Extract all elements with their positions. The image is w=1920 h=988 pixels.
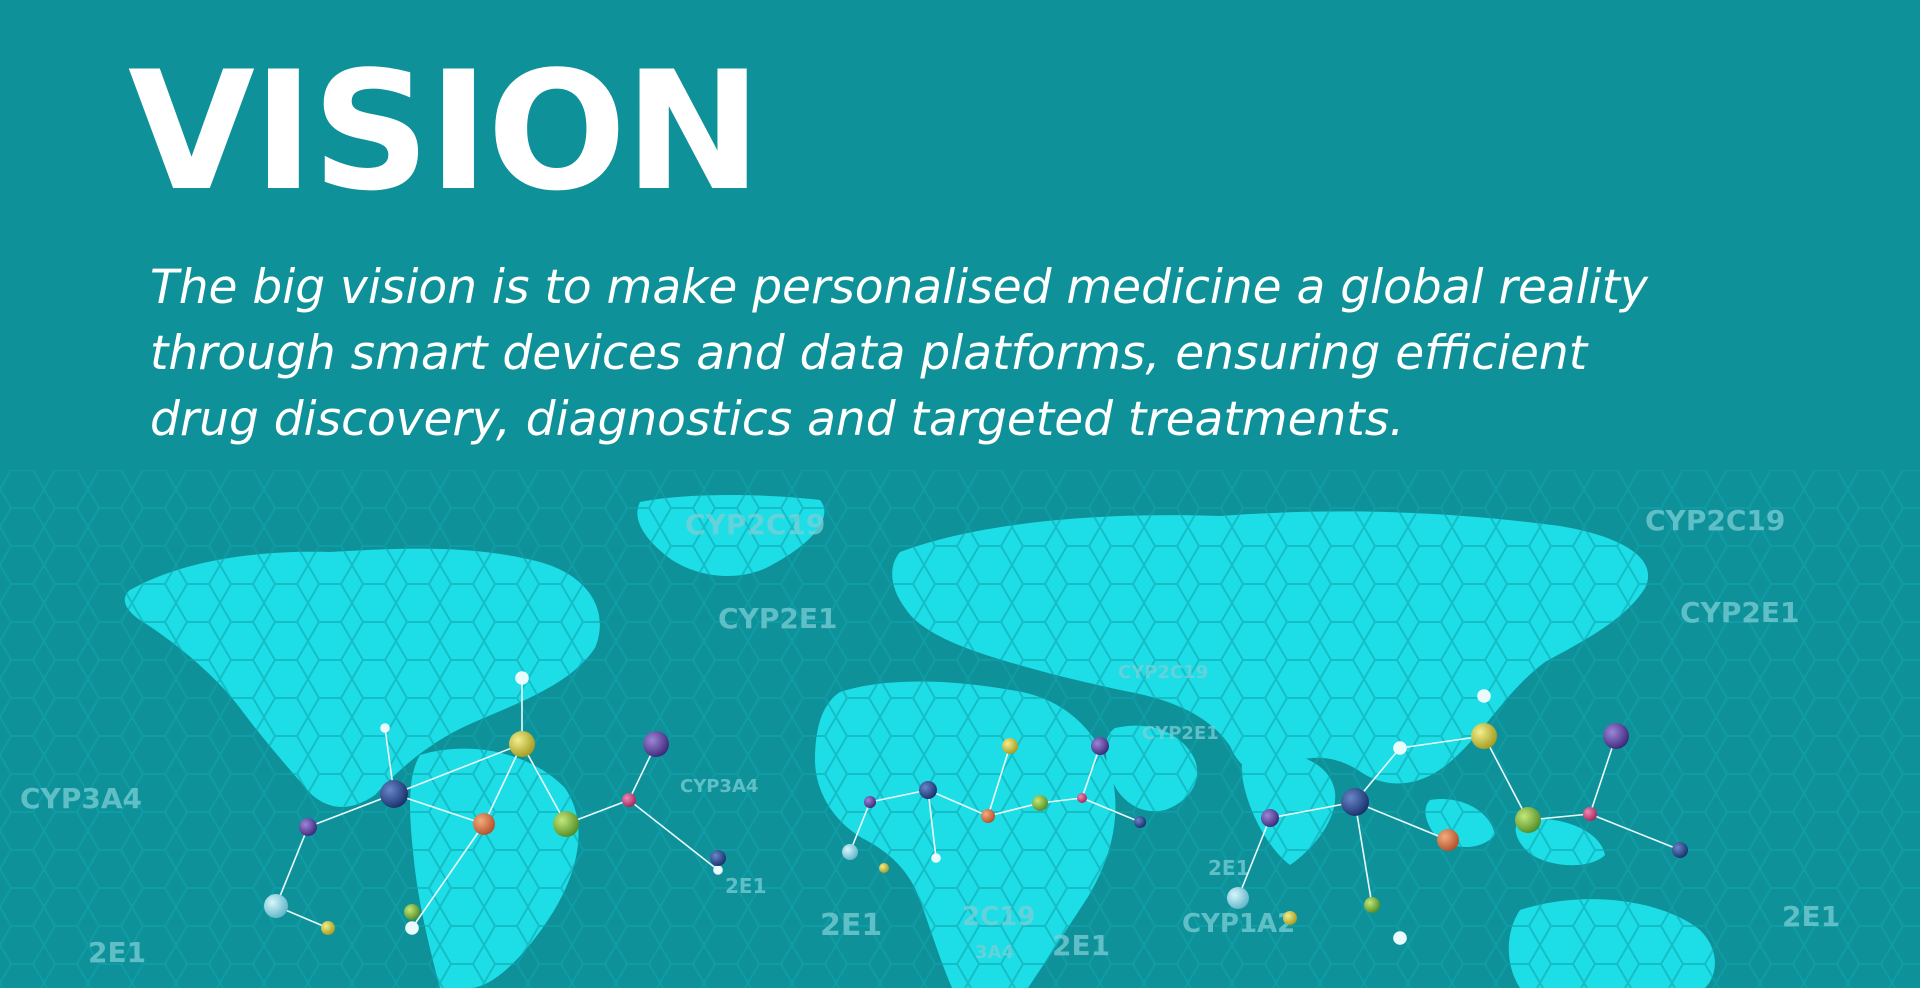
map-label: 3A4 <box>975 942 1014 963</box>
page-title: VISION <box>128 36 762 227</box>
vision-slide: VISION The big vision is to make persona… <box>0 0 1920 988</box>
map-label: 2E1 <box>1782 900 1840 933</box>
vision-statement-line-1: The big vision is to make personalised m… <box>150 260 1648 315</box>
map-label: 2E1 <box>725 874 767 898</box>
map-label: CYP1A2 <box>1182 909 1295 939</box>
map-label: CYP3A4 <box>680 776 758 797</box>
map-label: 2E1 <box>820 908 882 943</box>
vision-statement: The big vision is to make personalised m… <box>150 255 1750 453</box>
map-label: 2E1 <box>88 936 146 969</box>
map-label: 2E1 <box>1208 856 1250 880</box>
map-label: CYP2E1 <box>1680 596 1799 629</box>
vision-statement-line-3: drug discovery, diagnostics and targeted… <box>150 392 1405 447</box>
map-label: CYP2E1 <box>718 602 837 635</box>
map-label: CYP2C19 <box>685 508 825 541</box>
world-map-graphic: CYP2C19 CYP2E1 CYP3A4 CYP2C19 CYP2E1 CYP… <box>0 470 1920 988</box>
map-label: CYP3A4 <box>20 782 142 815</box>
map-label: 2C19 <box>962 902 1035 932</box>
map-label: CYP2C19 <box>1645 504 1785 537</box>
map-label: CYP2E1 <box>1142 723 1219 744</box>
map-label: 2E1 <box>1052 929 1110 962</box>
vision-statement-line-2: through smart devices and data platforms… <box>150 326 1588 381</box>
map-label: CYP2C19 <box>1118 662 1208 683</box>
